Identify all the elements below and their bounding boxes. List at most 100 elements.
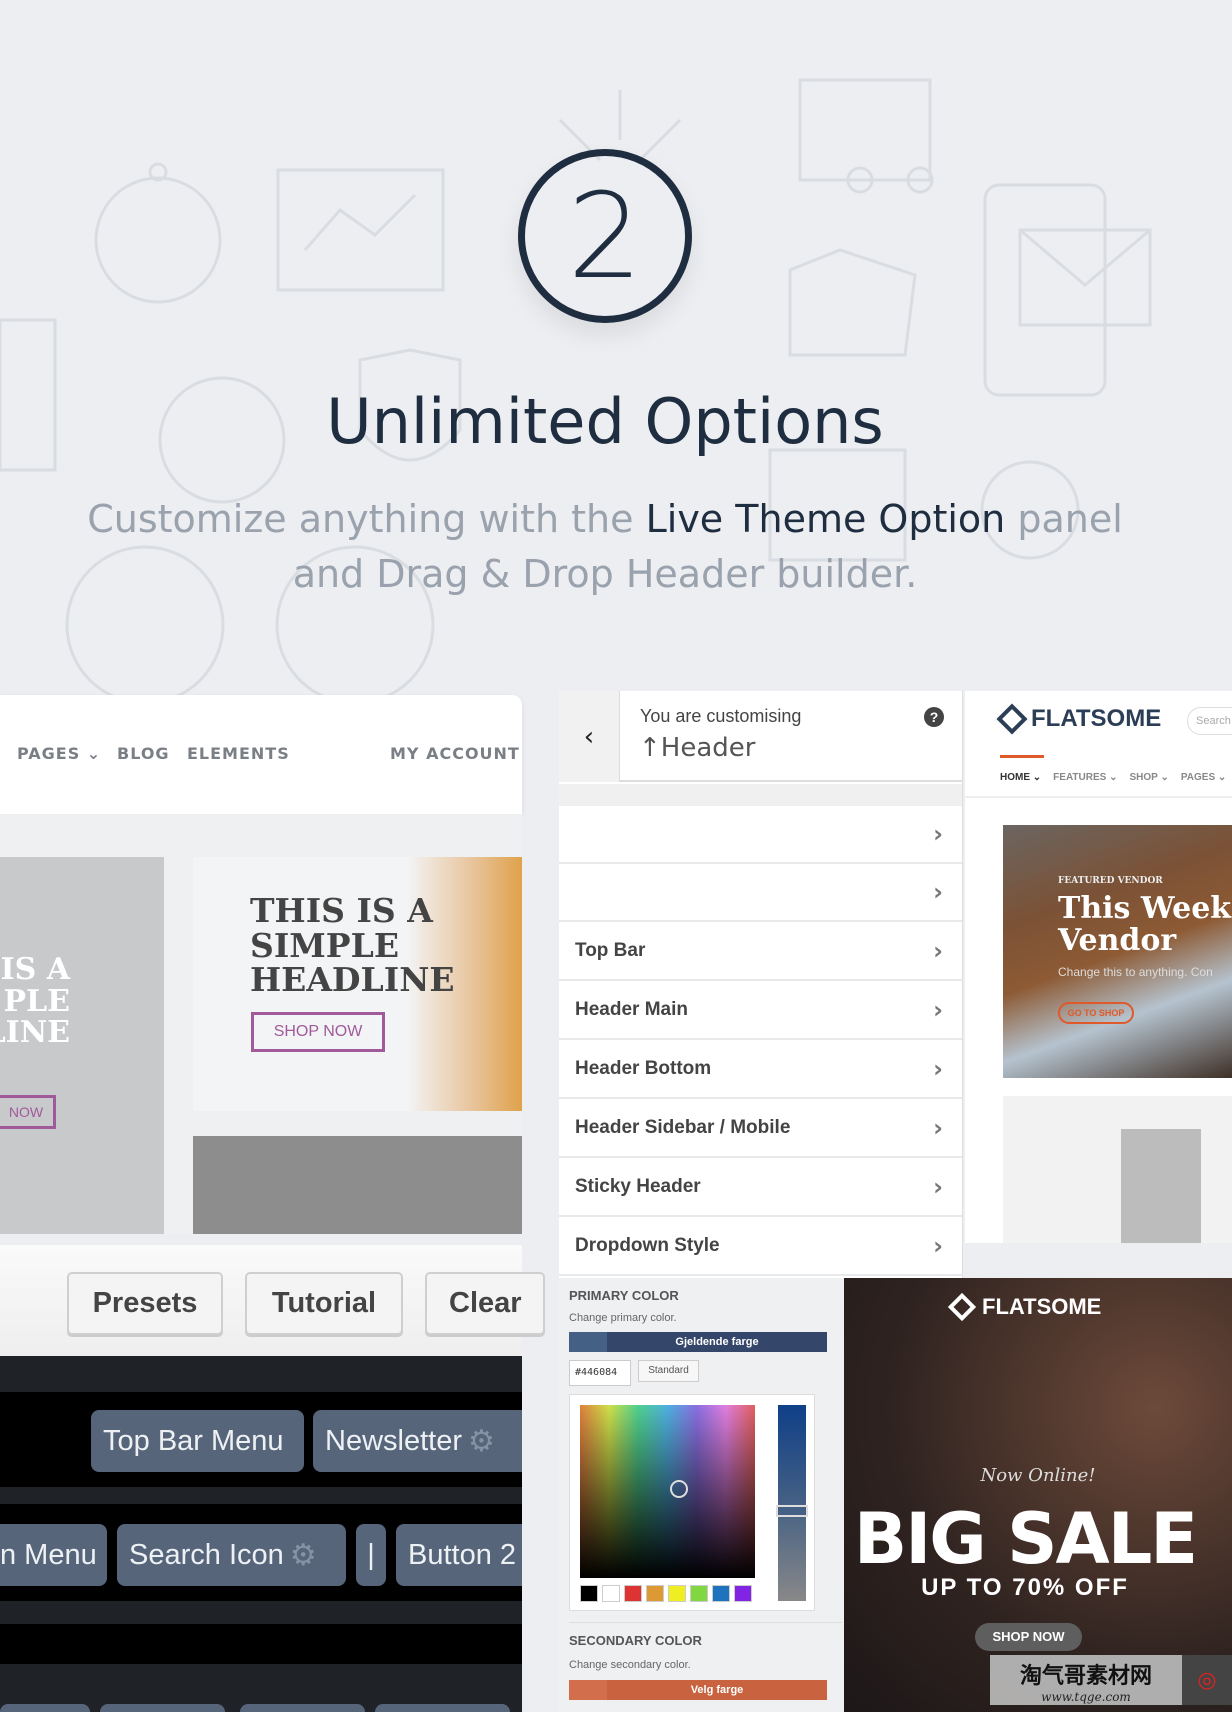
shop-now-button[interactable]: NOW bbox=[0, 1095, 56, 1129]
customizer-header: ‹ You are customising ↑Header ? bbox=[559, 691, 962, 782]
active-underline bbox=[1000, 755, 1044, 758]
help-icon[interactable]: ? bbox=[924, 707, 944, 727]
primary-color-label: PRIMARY COLOR bbox=[569, 1288, 679, 1303]
subtitle-text: panel bbox=[1005, 497, 1123, 541]
subtitle-line-1: Customize anything with the Live Theme O… bbox=[0, 497, 1210, 541]
customizer-item[interactable]: › bbox=[559, 806, 962, 864]
logo-diamond-icon bbox=[947, 1292, 977, 1322]
nav-my-account[interactable]: MY ACCOUNT bbox=[390, 744, 520, 763]
color-swatch[interactable] bbox=[734, 1585, 752, 1602]
vendor-title: This Week F Vendor bbox=[1058, 891, 1232, 958]
nav-home[interactable]: HOME ⌄ bbox=[1000, 772, 1041, 783]
customizer-item-dropdown-style[interactable]: Dropdown Style › bbox=[559, 1218, 962, 1276]
step-number-badge: 2 bbox=[518, 149, 692, 323]
site-preview: FLATSOME Search HOME ⌄ FEATURES ⌄ SHOP ⌄… bbox=[965, 691, 1232, 1243]
nav-blog[interactable]: BLOG bbox=[117, 744, 170, 763]
customizer-item-top-bar[interactable]: Top Bar › bbox=[559, 923, 962, 981]
customizer-item[interactable]: › bbox=[559, 864, 962, 922]
search-icon-element[interactable]: Search Icon ⚙ bbox=[117, 1524, 346, 1586]
vendor-text: Change this to anything. Con bbox=[1058, 965, 1213, 979]
slider-handle[interactable] bbox=[776, 1505, 808, 1517]
nav-features[interactable]: FEATURES ⌄ bbox=[1053, 772, 1117, 783]
color-swatch[interactable] bbox=[668, 1585, 686, 1602]
color-swatches bbox=[580, 1585, 752, 1602]
vendor-banner: FEATURED VENDOR This Week F Vendor Chang… bbox=[1003, 825, 1232, 1078]
gear-icon[interactable]: ⚙ bbox=[468, 1424, 495, 1459]
color-swatch[interactable] bbox=[624, 1585, 642, 1602]
chevron-right-icon: › bbox=[933, 1114, 943, 1142]
back-button[interactable]: ‹ bbox=[559, 691, 620, 782]
customizing-label: You are customising bbox=[640, 706, 802, 726]
shopping-cart-icon bbox=[798, 78, 932, 182]
chevron-right-icon: › bbox=[933, 878, 943, 906]
chevron-right-icon: › bbox=[933, 820, 943, 848]
customizer-item-header-sidebar-mobile[interactable]: Header Sidebar / Mobile › bbox=[559, 1100, 962, 1158]
logo-diamond-icon bbox=[996, 703, 1028, 735]
watermark-url: www.tqge.com bbox=[1041, 1690, 1131, 1704]
color-picker bbox=[569, 1394, 815, 1611]
product-image bbox=[1003, 1096, 1232, 1243]
hex-input[interactable]: #446084 bbox=[569, 1360, 631, 1386]
gear-icon[interactable]: ⚙ bbox=[290, 1538, 317, 1573]
builder-row-main: n Menu Search Icon ⚙ | Button 2 bbox=[0, 1504, 522, 1601]
secondary-color-desc: Change secondary color. bbox=[569, 1659, 691, 1671]
primary-color-desc: Change primary color. bbox=[569, 1312, 677, 1324]
banner-card: THIS IS A SIMPLE HEADLINE SHOP NOW bbox=[193, 857, 522, 1111]
flatsome-logo[interactable]: FLATSOME bbox=[996, 703, 1161, 735]
tutorial-button[interactable]: Tutorial bbox=[245, 1272, 403, 1335]
chevron-right-icon: › bbox=[933, 1173, 943, 1201]
shop-now-button[interactable]: SHOP NOW bbox=[975, 1623, 1082, 1651]
builder-row-top: Top Bar Menu Newsletter ⚙ bbox=[0, 1392, 522, 1487]
builder-toolbar: Presets Tutorial Clear bbox=[0, 1245, 545, 1356]
chevron-right-icon: › bbox=[933, 937, 943, 965]
color-swatch[interactable] bbox=[690, 1585, 708, 1602]
nav-pages[interactable]: PAGES ⌄ bbox=[17, 744, 101, 763]
element-chip[interactable] bbox=[375, 1704, 510, 1712]
header-builder: Top Bar Menu Newsletter ⚙ n Menu Search I… bbox=[0, 1356, 522, 1712]
newsletter-element[interactable]: Newsletter ⚙ bbox=[313, 1410, 522, 1472]
stopwatch-icon bbox=[94, 176, 222, 304]
nav-elements[interactable]: ELEMENTS bbox=[187, 744, 290, 763]
color-swatch[interactable] bbox=[602, 1585, 620, 1602]
customizer-item-header-bottom[interactable]: Header Bottom › bbox=[559, 1041, 962, 1099]
divider-element[interactable]: | bbox=[356, 1524, 386, 1586]
color-swatch[interactable] bbox=[580, 1585, 598, 1602]
color-swatch[interactable] bbox=[712, 1585, 730, 1602]
element-chip[interactable] bbox=[0, 1704, 90, 1712]
top-bar-menu-element[interactable]: Top Bar Menu bbox=[91, 1410, 304, 1472]
arrow-up-icon: ↑ bbox=[639, 733, 661, 763]
current-color-button[interactable]: Gjeldende farge bbox=[569, 1332, 827, 1352]
button-2-element[interactable]: Button 2 bbox=[396, 1524, 522, 1586]
color-swatch[interactable] bbox=[646, 1585, 664, 1602]
card-headline: IS A PLE LINE bbox=[0, 952, 70, 1050]
watermark: 淘气哥素材网 www.tqge.com ◎ bbox=[990, 1655, 1232, 1705]
watermark-text: 淘气哥素材网 bbox=[1019, 1663, 1152, 1688]
element-chip[interactable] bbox=[240, 1704, 365, 1712]
presets-button[interactable]: Presets bbox=[67, 1272, 223, 1335]
divider bbox=[569, 1622, 842, 1623]
default-color-button[interactable]: Standard bbox=[638, 1360, 699, 1382]
saturation-field[interactable] bbox=[580, 1405, 755, 1578]
banner-subline: UP TO 70% OFF bbox=[921, 1574, 1129, 1601]
element-chip[interactable] bbox=[100, 1704, 225, 1712]
search-input[interactable]: Search bbox=[1187, 707, 1232, 735]
chevron-left-icon: ‹ bbox=[583, 721, 595, 752]
customizer-item-header-main[interactable]: Header Main › bbox=[559, 982, 962, 1040]
card-headline: THIS IS A SIMPLE HEADLINE bbox=[250, 891, 455, 1000]
banner-headline: BIG SALE bbox=[853, 1498, 1198, 1580]
banner-kicker: Now Online! bbox=[980, 1465, 1096, 1486]
clear-button[interactable]: Clear bbox=[425, 1272, 545, 1335]
color-options-panel: PRIMARY COLOR Change primary color. Gjel… bbox=[559, 1278, 844, 1712]
customizer-item-sticky-header[interactable]: Sticky Header › bbox=[559, 1159, 962, 1217]
nav-shop[interactable]: SHOP ⌄ bbox=[1130, 772, 1169, 783]
go-to-shop-button[interactable]: GO TO SHOP bbox=[1058, 1002, 1134, 1024]
select-color-button[interactable]: Velg farge bbox=[569, 1680, 827, 1700]
color-cursor[interactable] bbox=[670, 1480, 688, 1498]
page-title: Unlimited Options bbox=[326, 385, 884, 458]
builder-row-bottom bbox=[0, 1624, 522, 1664]
ninja-poster bbox=[1121, 1129, 1201, 1243]
menu-element[interactable]: n Menu bbox=[0, 1524, 107, 1586]
nav-pages[interactable]: PAGES ⌄ bbox=[1181, 772, 1226, 783]
shop-now-button[interactable]: SHOP NOW bbox=[251, 1012, 385, 1052]
brightness-slider[interactable] bbox=[776, 1405, 808, 1601]
